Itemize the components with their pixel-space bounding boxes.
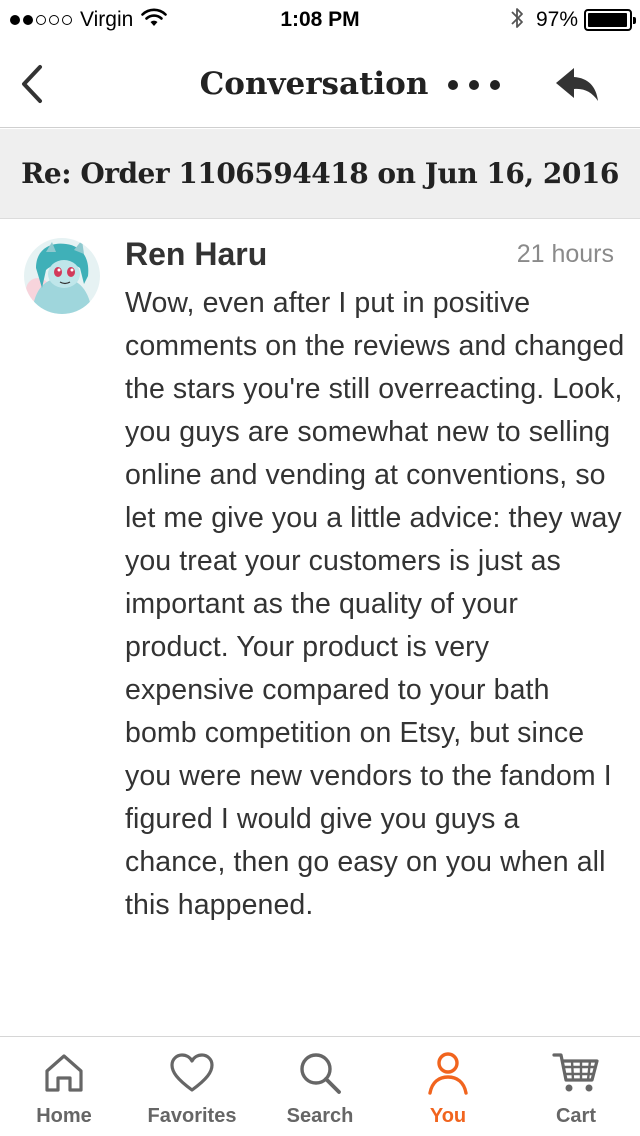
message-item: Ren Haru 21 hours Wow, even after I put …	[0, 220, 640, 1035]
conversation-subject: Re: Order 1106594418 on Jun 16, 2016	[0, 129, 640, 219]
user-icon	[424, 1049, 472, 1097]
home-icon	[40, 1049, 88, 1097]
tab-cart[interactable]: Cart	[512, 1037, 640, 1136]
status-bar: Virgin 1:08 PM 97%	[0, 0, 640, 40]
reply-button[interactable]	[554, 66, 602, 104]
bluetooth-icon	[510, 6, 524, 35]
cart-icon	[552, 1049, 600, 1097]
battery-icon	[584, 9, 636, 31]
more-horizontal-icon	[448, 80, 458, 90]
battery-percent: 97%	[535, 8, 578, 31]
tab-favorites[interactable]: Favorites	[128, 1037, 256, 1136]
reply-icon	[556, 68, 598, 101]
message-body: Wow, even after I put in positive commen…	[125, 287, 625, 921]
tab-search-label: Search	[286, 1105, 354, 1127]
subject-text: Re: Order 1106594418 on Jun 16, 2016	[21, 157, 619, 190]
nav-bar: Conversation	[0, 40, 640, 128]
heart-icon	[168, 1049, 216, 1097]
avatar[interactable]	[24, 238, 100, 314]
sender-name[interactable]: Ren Haru	[125, 234, 267, 274]
page-title: Conversation	[0, 64, 640, 104]
battery-fill	[588, 13, 627, 27]
tab-bar: Home Favorites Search You Cart	[0, 1036, 640, 1136]
tab-favorites-label: Favorites	[147, 1105, 237, 1127]
tab-you[interactable]: You	[384, 1037, 512, 1136]
search-icon	[296, 1049, 344, 1097]
status-right: 97%	[510, 6, 636, 35]
more-options-button[interactable]	[448, 74, 500, 96]
tab-home[interactable]: Home	[0, 1037, 128, 1136]
tab-search[interactable]: Search	[256, 1037, 384, 1136]
message-timestamp: 21 hours	[516, 240, 614, 268]
tab-home-label: Home	[36, 1105, 92, 1127]
tab-cart-label: Cart	[555, 1105, 596, 1127]
tab-you-label: You	[429, 1105, 467, 1127]
page-title-text: Conversation	[199, 66, 429, 102]
